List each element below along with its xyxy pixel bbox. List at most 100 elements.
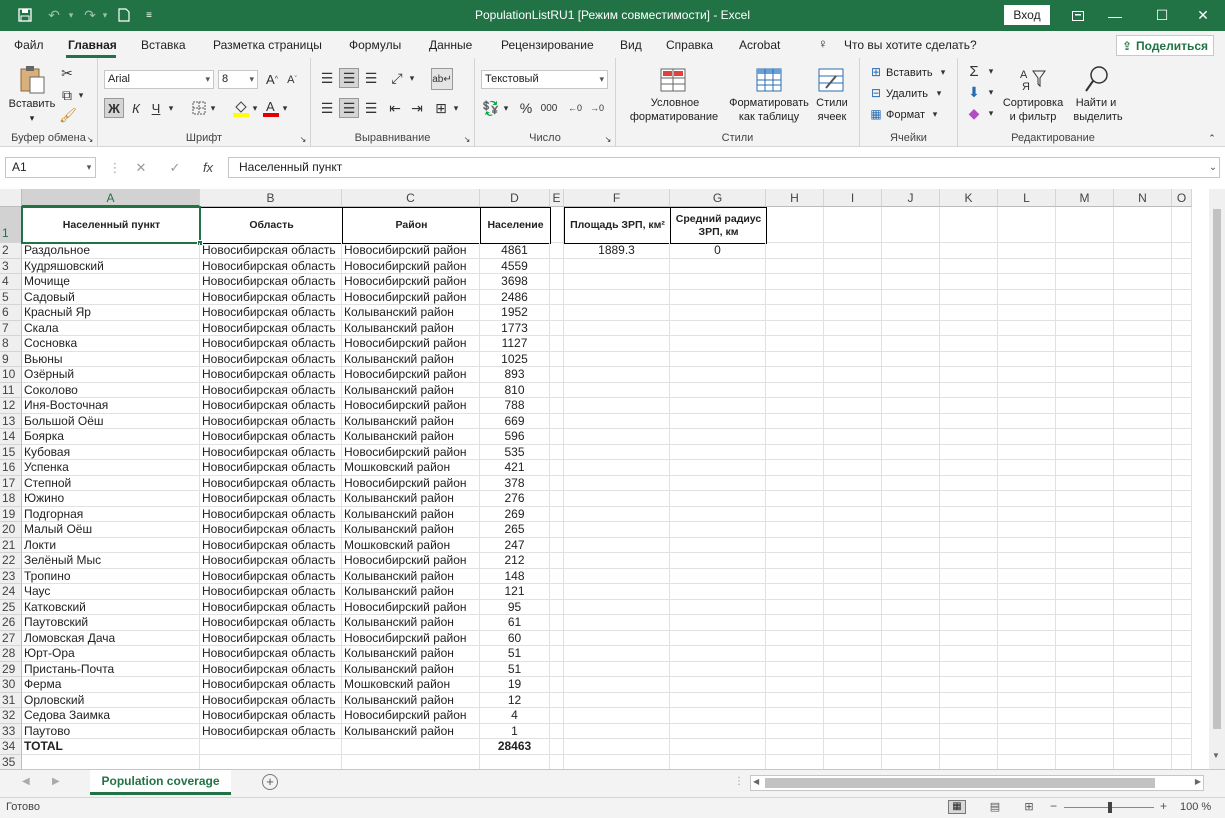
cell[interactable]	[550, 708, 564, 724]
cell[interactable]	[882, 491, 940, 507]
fill-color-icon[interactable]	[232, 98, 250, 118]
cell[interactable]	[940, 754, 998, 770]
cell[interactable]	[1172, 491, 1192, 507]
horizontal-scroll-thumb[interactable]	[765, 778, 1155, 788]
row-header[interactable]: 25	[0, 599, 22, 615]
cell[interactable]	[670, 584, 766, 600]
fill-dropdown-icon[interactable]: ▾	[986, 83, 996, 101]
row-header[interactable]: 23	[0, 568, 22, 584]
cell[interactable]	[550, 677, 564, 693]
cell[interactable]	[670, 305, 766, 321]
cell[interactable]	[882, 351, 940, 367]
cell[interactable]	[940, 475, 998, 491]
cell[interactable]	[766, 723, 824, 739]
close-icon[interactable]: ✕	[1180, 0, 1225, 31]
cell[interactable]	[1056, 398, 1114, 414]
row-header[interactable]: 13	[0, 413, 22, 429]
cell-population[interactable]: 2486	[480, 289, 550, 305]
sort-filter-label[interactable]: Сортировка	[998, 96, 1068, 110]
cell[interactable]	[998, 537, 1056, 553]
cell[interactable]	[882, 382, 940, 398]
cell-population[interactable]: 95	[480, 599, 550, 615]
cell[interactable]	[766, 305, 824, 321]
scroll-left-icon[interactable]: ◀	[753, 777, 759, 786]
cell[interactable]	[550, 553, 564, 569]
cell[interactable]	[940, 584, 998, 600]
cell[interactable]	[766, 475, 824, 491]
cell-region[interactable]: Новосибирская область	[200, 708, 342, 724]
cell[interactable]	[550, 274, 564, 290]
cell[interactable]	[882, 274, 940, 290]
horizontal-scrollbar[interactable]: ◀ ▶	[750, 775, 1204, 791]
cell[interactable]	[1114, 692, 1172, 708]
percent-icon[interactable]: %	[517, 98, 535, 118]
cell-population[interactable]: 51	[480, 646, 550, 662]
cell[interactable]	[1114, 475, 1172, 491]
cell-population[interactable]: 535	[480, 444, 550, 460]
cell-population[interactable]: 19	[480, 677, 550, 693]
cell[interactable]	[940, 568, 998, 584]
align-left-icon[interactable]: ☰	[317, 98, 337, 118]
cell[interactable]	[550, 336, 564, 352]
cell-population[interactable]: 1773	[480, 320, 550, 336]
cell[interactable]	[1114, 258, 1172, 274]
cell-district[interactable]: Колыванский район	[342, 568, 480, 584]
cell-population[interactable]: 61	[480, 615, 550, 631]
cell[interactable]	[1114, 708, 1172, 724]
tab-split-handle[interactable]: ⋮	[734, 776, 744, 787]
cell[interactable]	[766, 708, 824, 724]
row-header[interactable]: 14	[0, 429, 22, 445]
maximize-icon[interactable]: ☐	[1139, 0, 1185, 31]
tab-view[interactable]: Вид	[620, 38, 642, 52]
cell[interactable]	[1056, 336, 1114, 352]
cell[interactable]	[824, 320, 882, 336]
conditional-formatting-label-2[interactable]: форматирование	[624, 110, 724, 124]
format-dropdown-icon[interactable]: ▾	[930, 106, 940, 122]
cell-population[interactable]: 276	[480, 491, 550, 507]
header-cell-settlement[interactable]: Населенный пункт	[22, 207, 201, 244]
cell[interactable]	[550, 305, 564, 321]
cell-population[interactable]: 596	[480, 429, 550, 445]
cell-region[interactable]: Новосибирская область	[200, 398, 342, 414]
cell[interactable]	[940, 258, 998, 274]
cell-district[interactable]: Новосибирский район	[342, 475, 480, 491]
cell[interactable]	[550, 243, 564, 259]
cell-region[interactable]: Новосибирская область	[200, 289, 342, 305]
italic-button[interactable]: К	[128, 98, 144, 118]
clipboard-launcher-icon[interactable]: ↘	[85, 134, 95, 144]
find-select-icon[interactable]	[1082, 64, 1112, 94]
cell[interactable]	[564, 351, 670, 367]
name-box-dropdown-icon[interactable]: ▾	[84, 157, 94, 178]
cell-population[interactable]: 60	[480, 630, 550, 646]
cell-district[interactable]: Колыванский район	[342, 692, 480, 708]
insert-function-icon[interactable]: fx	[198, 157, 218, 178]
cell[interactable]	[1114, 522, 1172, 538]
cell[interactable]	[766, 320, 824, 336]
cell[interactable]	[550, 491, 564, 507]
collapse-ribbon-icon[interactable]: ⌃	[1206, 132, 1218, 144]
cell[interactable]	[766, 351, 824, 367]
insert-cells-label[interactable]: Вставить	[886, 66, 936, 80]
cell[interactable]	[1056, 584, 1114, 600]
cell-district[interactable]: Колыванский район	[342, 646, 480, 662]
cell[interactable]	[670, 599, 766, 615]
cell[interactable]	[824, 692, 882, 708]
copy-icon[interactable]: ⧉	[58, 86, 76, 104]
cell[interactable]	[1172, 289, 1192, 305]
cell[interactable]	[1056, 243, 1114, 259]
cell[interactable]	[998, 646, 1056, 662]
format-as-table-label[interactable]: Форматировать	[724, 96, 814, 110]
row-header[interactable]: 19	[0, 506, 22, 522]
cell-district[interactable]: Мошковский район	[342, 460, 480, 476]
cell[interactable]	[766, 506, 824, 522]
cell[interactable]	[766, 289, 824, 305]
cell[interactable]	[940, 630, 998, 646]
font-size-dropdown[interactable]: 8	[218, 70, 258, 89]
cell[interactable]	[1056, 615, 1114, 631]
cell-settlement[interactable]: Кудряшовский	[22, 258, 200, 274]
cell[interactable]	[1172, 630, 1192, 646]
add-sheet-icon[interactable]: +	[262, 774, 278, 790]
cell[interactable]	[564, 584, 670, 600]
cell-district[interactable]: Колыванский район	[342, 320, 480, 336]
cell[interactable]	[670, 398, 766, 414]
